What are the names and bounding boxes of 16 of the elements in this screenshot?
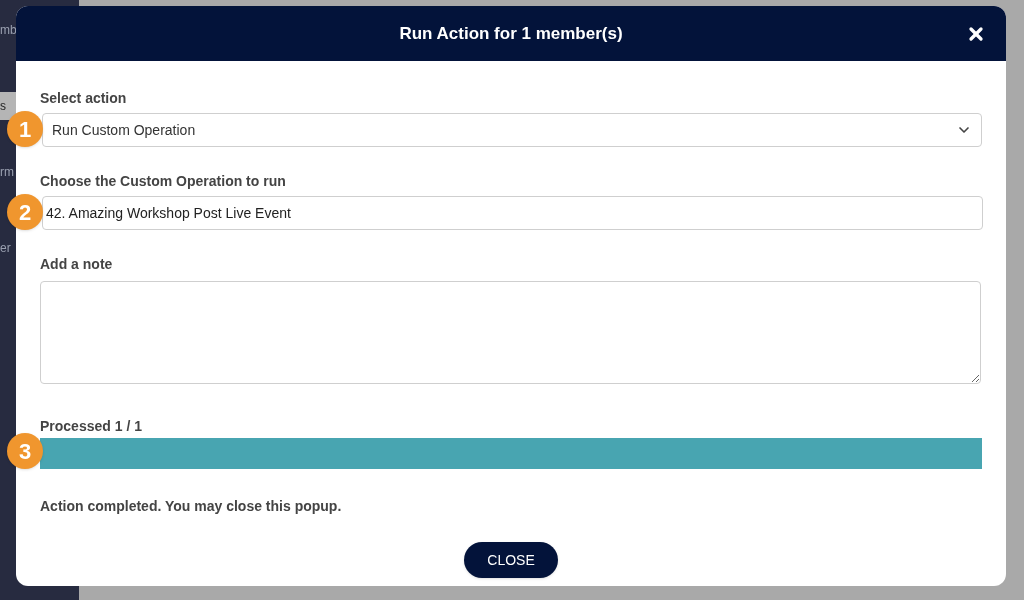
input-field[interactable]: 42. Amazing Workshop Post Live Event <box>42 196 983 230</box>
field-label: Choose the Custom Operation to run <box>40 172 287 191</box>
sidebar-item[interactable]: s <box>0 92 16 120</box>
field-label: Add a note <box>40 255 114 274</box>
sidebar-item[interactable]: rm <box>0 158 16 186</box>
sidebar-item[interactable]: mb <box>0 16 16 44</box>
number-badge: 1 <box>7 111 43 147</box>
note-field[interactable] <box>40 281 981 384</box>
dialog-title: Run Action for 1 member(s) <box>399 22 623 45</box>
select-field[interactable]: Run Custom Operation <box>42 113 982 147</box>
sidebar-item[interactable]: er <box>0 234 16 262</box>
status-message: Action completed. You may close this popup. <box>40 497 343 516</box>
number-badge: 2 <box>7 194 43 230</box>
close-button[interactable]: CLOSE <box>464 542 558 578</box>
field-label: Select action <box>40 89 128 108</box>
progress-label: Processed 1 / 1 <box>40 417 143 436</box>
